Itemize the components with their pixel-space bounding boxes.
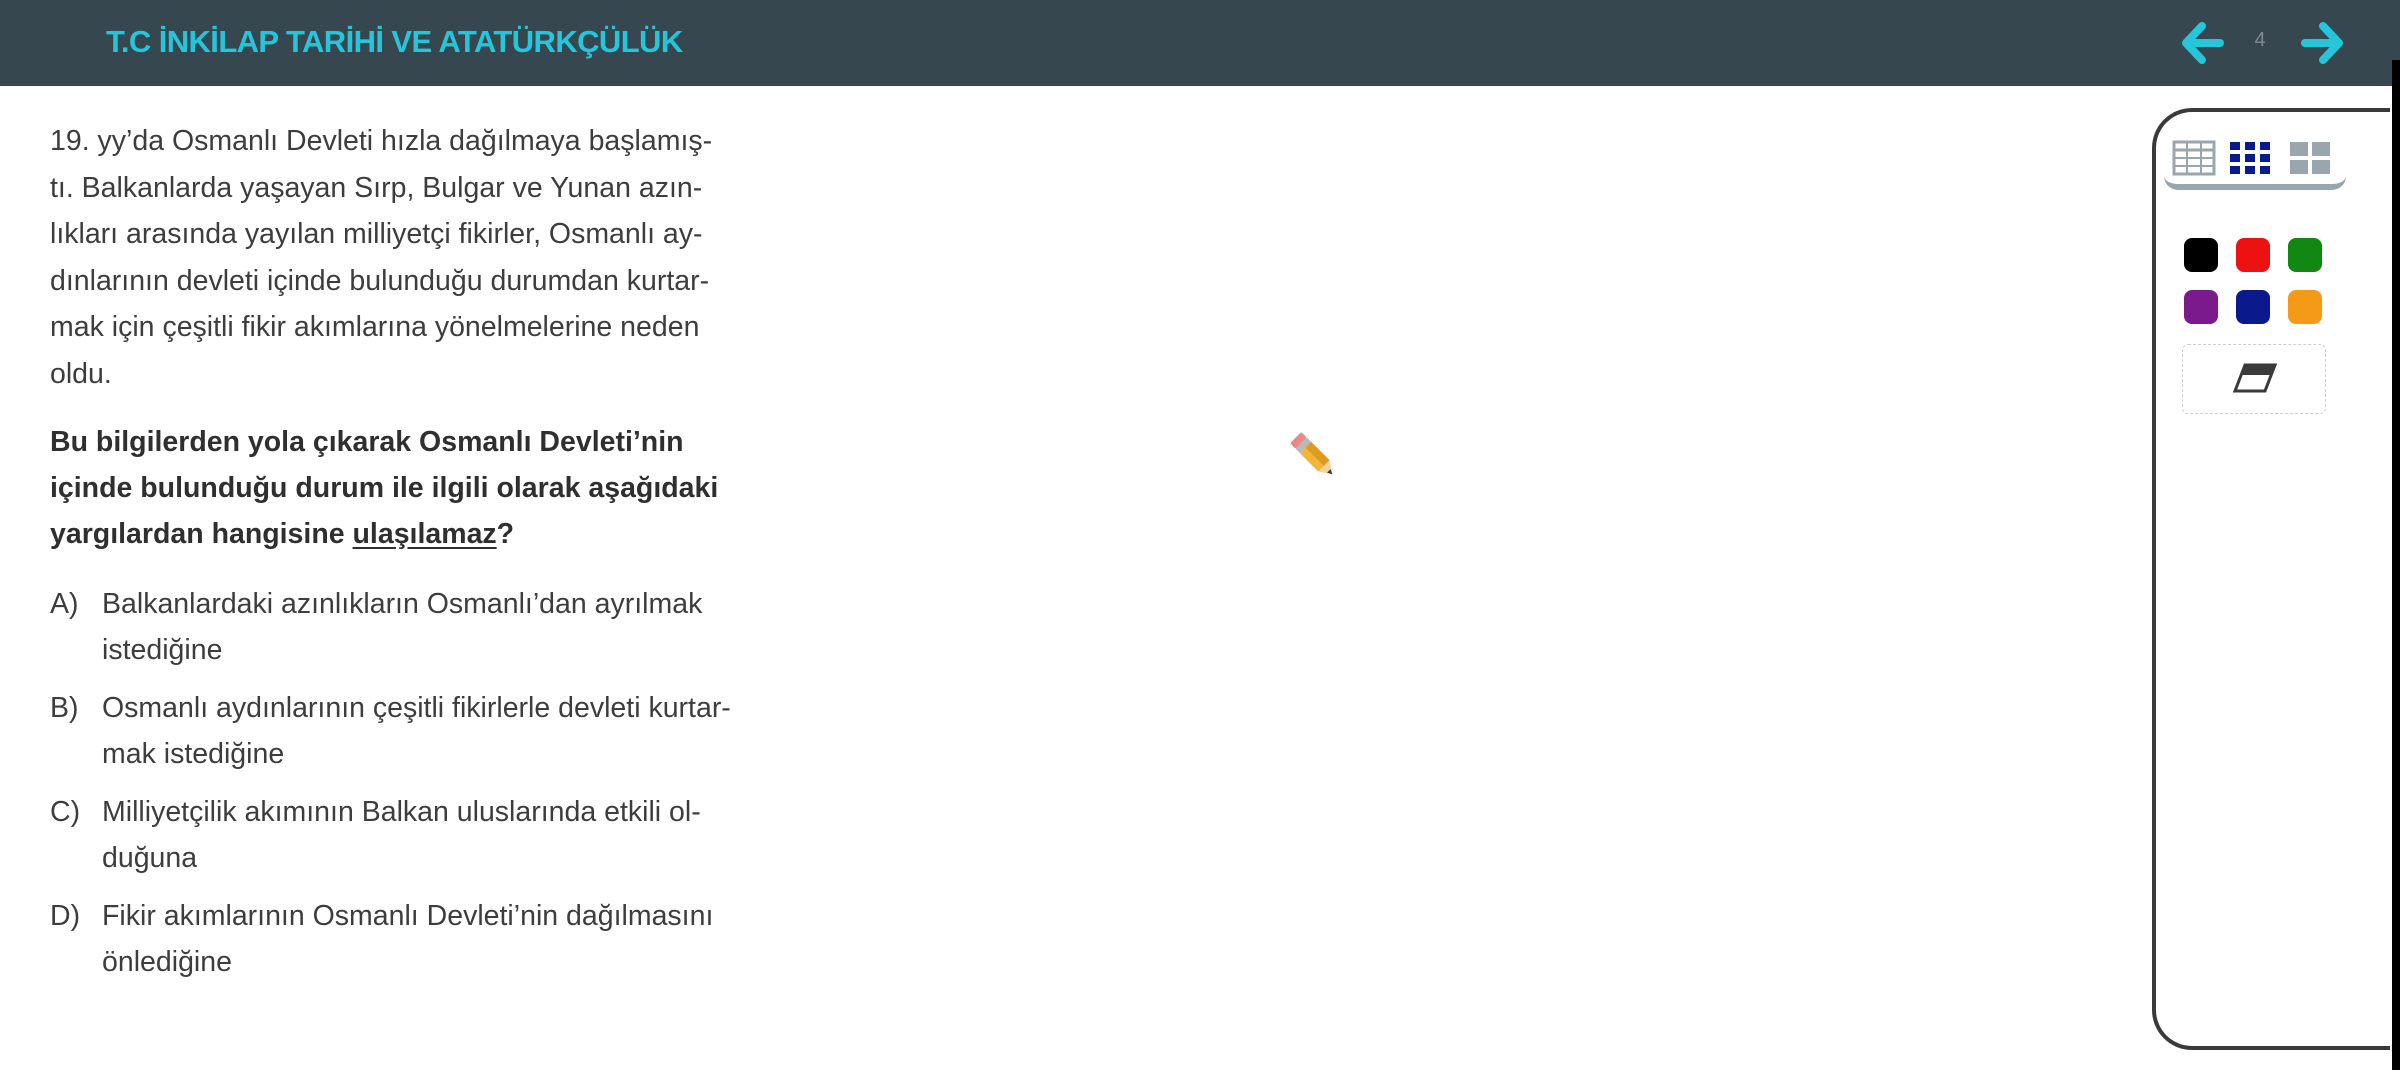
pencil-icon[interactable] [1284, 426, 1344, 486]
prompt-line: içinde bulunduğu durum ile ilgili olarak… [50, 472, 719, 504]
stem-line: tı. Balkanlarda yaşayan Sırp, Bulgar ve … [50, 171, 703, 204]
prompt-line: yargılardan hangisine ulaşılamaz? [50, 511, 840, 557]
prompt-emphasis: ulaşılamaz [352, 518, 497, 550]
option-letter: C) [50, 796, 81, 828]
eraser-button[interactable] [2182, 344, 2326, 414]
arrow-right-icon[interactable] [2297, 18, 2347, 68]
question-block: 19. yy’da Osmanlı Devleti hızla dağılmay… [50, 118, 840, 997]
prompt-line: Bu bilgilerden yola çıkarak Osmanlı Devl… [50, 426, 684, 458]
option-text: Balkanlardaki azınlıkların Osmanlı’dan a… [102, 588, 703, 620]
option-d[interactable]: D) Fikir akımlarının Osmanlı Devleti’nin … [50, 893, 840, 985]
color-navy-swatch[interactable] [2236, 290, 2270, 324]
color-purple-swatch[interactable] [2184, 290, 2218, 324]
stem-line: dınlarının devleti içinde bulunduğu duru… [50, 264, 710, 297]
grid-tabs [2164, 128, 2346, 190]
stem-line: 19. yy’da Osmanlı Devleti hızla dağılmay… [50, 125, 713, 157]
color-black-swatch[interactable] [2184, 238, 2218, 272]
color-green-swatch[interactable] [2288, 238, 2322, 272]
stem-line: lıkları arasında yayılan milliyetçi fiki… [50, 218, 703, 250]
option-text-cont: önlediğine [102, 946, 232, 978]
page-number: 4 [2254, 29, 2266, 51]
eraser-icon [2232, 363, 2278, 393]
question-prompt: Bu bilgilerden yola çıkarak Osmanlı Devl… [50, 419, 840, 557]
option-letter: B) [50, 692, 79, 724]
prompt-prefix: yargılardan hangisine [50, 518, 353, 550]
block-grid-icon[interactable] [2288, 138, 2332, 178]
screen-edge [2392, 60, 2400, 1070]
option-text-cont: mak istediğine [102, 738, 285, 770]
option-letter: A) [50, 588, 79, 620]
option-letter: D) [50, 900, 81, 932]
option-text: Fikir akımlarının Osmanlı Devleti’nin da… [102, 900, 714, 932]
option-a[interactable]: A) Balkanlardaki azınlıkların Osmanlı’dan… [50, 581, 840, 673]
option-text-cont: duğuna [102, 842, 198, 874]
app-title: T.C İNKİLAP TARİHİ VE ATATÜRKÇÜLÜK [106, 24, 683, 59]
stem-line: mak için çeşitli fikir akımlarına yönelm… [50, 311, 700, 343]
table-grid-icon[interactable] [2172, 138, 2216, 178]
color-orange-swatch[interactable] [2288, 290, 2322, 324]
option-b[interactable]: B) Osmanlı aydınlarının çeşitli fikirlerl… [50, 685, 840, 777]
arrow-left-icon[interactable] [2178, 18, 2228, 68]
option-text: Milliyetçilik akımının Balkan uluslarınd… [102, 796, 701, 828]
answer-options: A) Balkanlardaki azınlıkların Osmanlı’dan… [50, 581, 840, 985]
prompt-suffix: ? [496, 518, 515, 550]
dot-grid-icon[interactable] [2228, 138, 2272, 178]
option-text-cont: istediğine [102, 634, 223, 666]
question-stem: 19. yy’da Osmanlı Devleti hızla dağılmay… [50, 118, 840, 397]
color-red-swatch[interactable] [2236, 238, 2270, 272]
option-c[interactable]: C) Milliyetçilik akımının Balkan ulusları… [50, 789, 840, 881]
option-text: Osmanlı aydınlarının çeşitli fikirlerle … [102, 692, 731, 724]
stem-line: oldu. [50, 357, 112, 390]
